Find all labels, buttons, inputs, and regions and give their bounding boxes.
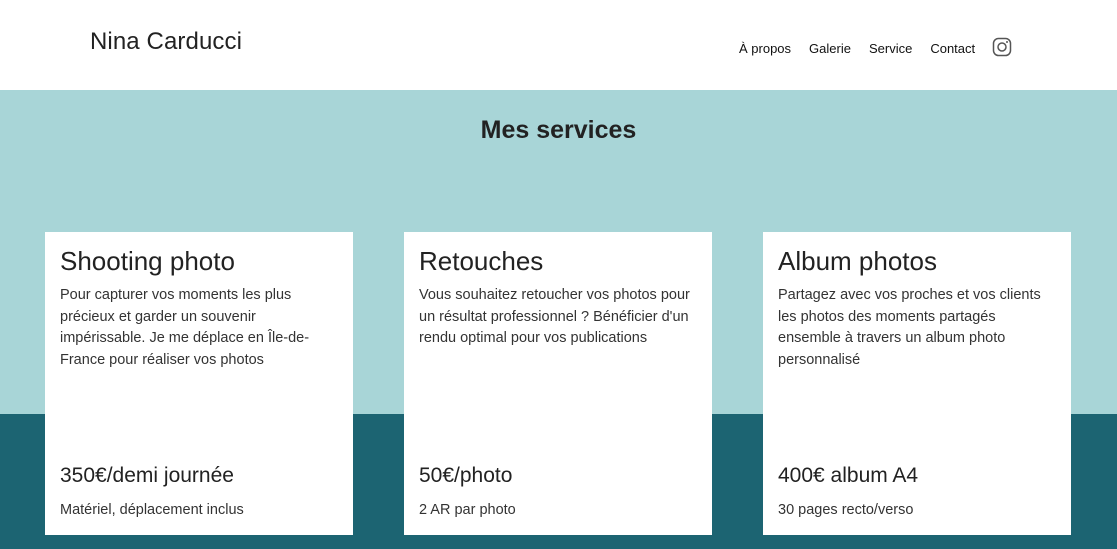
services-section: Mes services Shooting photo Pour capture… — [0, 90, 1117, 549]
card-price: 50€/photo — [419, 464, 513, 487]
nav-link-galerie[interactable]: Galerie — [809, 41, 851, 56]
card-note: Matériel, déplacement inclus — [60, 502, 244, 518]
nav-link-contact[interactable]: Contact — [930, 41, 975, 56]
card-note: 30 pages recto/verso — [778, 502, 914, 518]
nav-link-a-propos[interactable]: À propos — [739, 41, 791, 56]
card-note: 2 AR par photo — [419, 502, 516, 518]
service-card-album: Album photos Partagez avec vos proches e… — [763, 232, 1071, 535]
instagram-icon[interactable] — [992, 37, 1012, 57]
card-price: 400€ album A4 — [778, 464, 919, 487]
brand-name[interactable]: Nina Carducci — [90, 28, 242, 56]
card-description: Partagez avec vos proches et vos clients… — [778, 287, 1041, 369]
card-title: Retouches — [419, 246, 544, 276]
card-title: Album photos — [778, 246, 937, 276]
service-card-retouches: Retouches Vous souhaitez retoucher vos p… — [404, 232, 712, 535]
services-title: Mes services — [480, 116, 637, 144]
card-description: Vous souhaitez retoucher vos photos pour… — [419, 287, 690, 347]
nav-link-service[interactable]: Service — [869, 41, 912, 56]
site-header: Nina Carducci À propos Galerie Service C… — [0, 0, 1117, 90]
card-price: 350€/demi journée — [60, 464, 234, 487]
card-description: Pour capturer vos moments les plus préci… — [60, 287, 310, 369]
main-nav: À propos Galerie Service Contact — [739, 37, 1012, 58]
card-title: Shooting photo — [60, 246, 235, 276]
service-card-shooting: Shooting photo Pour capturer vos moments… — [45, 232, 353, 535]
